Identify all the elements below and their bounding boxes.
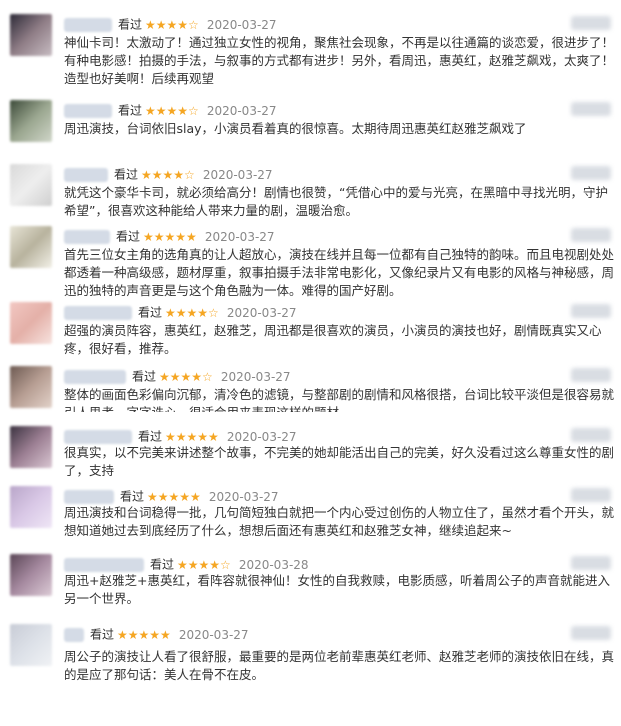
user-avatar[interactable] (10, 226, 52, 268)
user-avatar[interactable] (10, 554, 52, 596)
rating-stars: ★★★★☆ (145, 103, 199, 118)
review-item: 看过 ★★★★☆ 2020-03-27 周迅演技，台词依旧slay，小演员看着真的很… (0, 98, 621, 150)
watch-status: 看过 (116, 229, 141, 244)
username-blurred[interactable] (64, 627, 84, 642)
rating-stars: ★★★★★ (117, 627, 171, 642)
watch-status: 看过 (150, 557, 175, 572)
review-meta: 看过 ★★★★☆ 2020-03-27 (64, 302, 297, 322)
username-blurred[interactable] (64, 167, 108, 182)
review-item: 看过 ★★★★★ 2020-03-27 很真实，以不完美来讲述整个故事，不完美的她却… (0, 424, 621, 480)
watch-status: 看过 (118, 17, 143, 32)
review-meta: 看过 ★★★★☆ 2020-03-27 (64, 164, 273, 184)
review-date: 2020-03-28 (238, 557, 309, 572)
username-blurred[interactable] (64, 557, 144, 572)
user-avatar[interactable] (10, 366, 52, 408)
review-item: 看过 ★★★★☆ 2020-03-27 整体的画面色彩偏向沉郁，清冷色的滤镜，与整部… (0, 364, 621, 416)
rating-stars: ★★★★☆ (159, 369, 213, 384)
review-text: 超强的演员阵容，惠英红，赵雅芝，周迅都是很喜欢的演员，小演员的演技也好，剧情既真… (64, 323, 602, 356)
review-date: 2020-03-27 (220, 369, 291, 384)
watch-status: 看过 (118, 103, 143, 118)
username-blurred[interactable] (64, 103, 112, 118)
rating-stars: ★★★★☆ (177, 557, 231, 572)
review-text: 周迅+赵雅芝+惠英红，看阵容就很神仙！女性的自我救赎，电影质感，听着周公子的声音… (64, 573, 610, 606)
review-meta: 看过 ★★★★☆ 2020-03-27 (64, 366, 291, 386)
review-date: 2020-03-27 (178, 627, 249, 642)
review-text: 就凭这个豪华卡司，就必须给高分！剧情也很赞，“凭借心中的爱与光亮，在黑暗中寻找光… (64, 185, 608, 218)
username-blurred[interactable] (64, 429, 132, 444)
vote-area-blurred[interactable] (571, 166, 611, 180)
review-date: 2020-03-27 (206, 103, 277, 118)
review-date: 2020-03-27 (202, 167, 273, 182)
user-avatar[interactable] (10, 302, 52, 344)
review-meta: 看过 ★★★★★ 2020-03-27 (64, 486, 279, 506)
review-item: 看过 ★★★★★ 2020-03-27 首先三位女主角的选角真的让人超放心，演技在线… (0, 224, 621, 300)
user-avatar[interactable] (10, 100, 52, 142)
username-blurred[interactable] (64, 305, 132, 320)
review-meta: 看过 ★★★★★ 2020-03-27 (64, 624, 249, 644)
review-item: 看过 ★★★★☆ 2020-03-27 神仙卡司！太激动了！通过独立女性的视角，聚焦… (0, 12, 621, 92)
vote-area-blurred[interactable] (571, 626, 611, 640)
username-blurred[interactable] (64, 369, 126, 384)
vote-area-blurred[interactable] (571, 102, 611, 116)
watch-status: 看过 (132, 369, 157, 384)
review-meta: 看过 ★★★★★ 2020-03-27 (64, 426, 297, 446)
review-meta: 看过 ★★★★☆ 2020-03-28 (64, 554, 309, 574)
review-meta: 看过 ★★★★★ 2020-03-27 (64, 226, 275, 246)
user-avatar[interactable] (10, 164, 52, 206)
watch-status: 看过 (90, 627, 115, 642)
user-avatar[interactable] (10, 14, 52, 56)
watch-status: 看过 (114, 167, 139, 182)
review-text: 很真实，以不完美来讲述整个故事，不完美的她却能活出自己的完美，好久没看过这么尊重… (64, 445, 615, 478)
user-avatar[interactable] (10, 624, 52, 666)
username-blurred[interactable] (64, 17, 112, 32)
vote-area-blurred[interactable] (571, 304, 611, 318)
review-text: 神仙卡司！太激动了！通过独立女性的视角，聚焦社会现象，不再是以往通篇的谈恋爱，很… (64, 35, 615, 86)
user-avatar[interactable] (10, 426, 52, 468)
rating-stars: ★★★★☆ (141, 167, 195, 182)
review-item: 看过 ★★★★☆ 2020-03-27 超强的演员阵容，惠英红，赵雅芝，周迅都是很喜… (0, 300, 621, 358)
vote-area-blurred[interactable] (571, 488, 611, 502)
review-item: 看过 ★★★★★ 2020-03-27 周迅演技和台词稳得一批，几句简短独白就把一个… (0, 484, 621, 544)
user-avatar[interactable] (10, 486, 52, 528)
vote-area-blurred[interactable] (571, 428, 611, 442)
review-text: 周迅演技，台词依旧slay，小演员看着真的很惊喜。太期待周迅惠英红赵雅芝飙戏了 (64, 121, 527, 136)
review-meta: 看过 ★★★★☆ 2020-03-27 (64, 100, 277, 120)
rating-stars: ★★★★★ (147, 489, 201, 504)
rating-stars: ★★★★★ (165, 429, 219, 444)
review-item: 看过 ★★★★☆ 2020-03-28 周迅+赵雅芝+惠英红，看阵容就很神仙！女性的… (0, 552, 621, 612)
vote-area-blurred[interactable] (571, 556, 611, 570)
vote-area-blurred[interactable] (571, 16, 611, 30)
review-date: 2020-03-27 (226, 429, 297, 444)
vote-area-blurred[interactable] (571, 228, 611, 242)
review-date: 2020-03-27 (208, 489, 279, 504)
vote-area-blurred[interactable] (571, 368, 611, 382)
review-item: 看过 ★★★★☆ 2020-03-27 就凭这个豪华卡司，就必须给高分！剧情也很赞，… (0, 162, 621, 222)
review-text: 周迅演技和台词稳得一批，几句简短独白就把一个内心受过创伤的人物立住了，虽然才看个… (64, 505, 615, 538)
review-list: 看过 ★★★★☆ 2020-03-27 神仙卡司！太激动了！通过独立女性的视角，聚焦… (0, 0, 621, 726)
review-item: 看过 ★★★★★ 2020-03-27 周公子的演技让人看了很舒服，最重要的是两位老… (0, 622, 621, 686)
review-text: 整体的画面色彩偏向沉郁，清冷色的滤镜，与整部剧的剧情和风格很搭，台词比较平淡但是… (64, 387, 615, 412)
review-text: 首先三位女主角的选角真的让人超放心，演技在线并且每一位都有自己独特的韵味。而且电… (64, 247, 615, 298)
review-text: 周公子的演技让人看了很舒服，最重要的是两位老前辈惠英红老师、赵雅芝老师的演技依旧… (64, 649, 615, 682)
review-date: 2020-03-27 (204, 229, 275, 244)
review-date: 2020-03-27 (226, 305, 297, 320)
watch-status: 看过 (138, 429, 163, 444)
watch-status: 看过 (120, 489, 145, 504)
username-blurred[interactable] (64, 489, 114, 504)
username-blurred[interactable] (64, 229, 110, 244)
rating-stars: ★★★★★ (143, 229, 197, 244)
review-meta: 看过 ★★★★☆ 2020-03-27 (64, 14, 277, 34)
watch-status: 看过 (138, 305, 163, 320)
rating-stars: ★★★★☆ (145, 17, 199, 32)
rating-stars: ★★★★☆ (165, 305, 219, 320)
review-date: 2020-03-27 (206, 17, 277, 32)
